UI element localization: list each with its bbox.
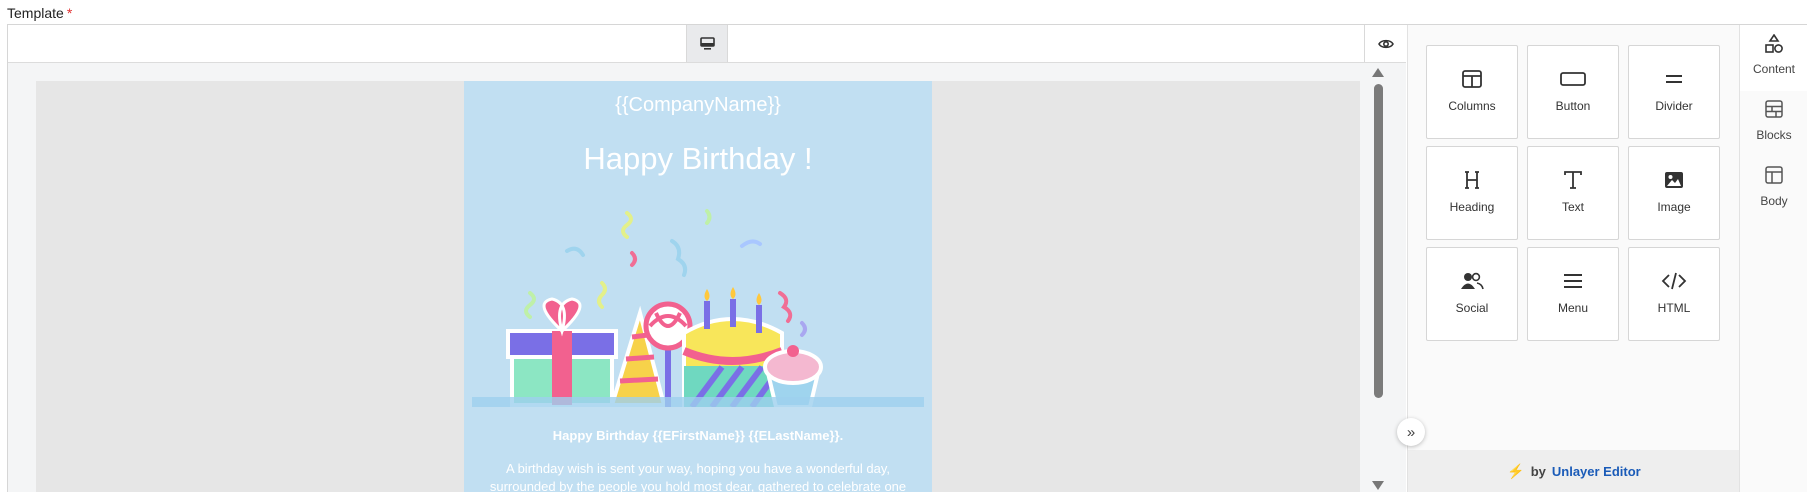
confetti xyxy=(630,251,637,267)
tool-menu[interactable]: Menu xyxy=(1527,247,1619,341)
tool-divider[interactable]: Divider xyxy=(1628,45,1720,139)
editor-side-tabs: Content Blocks Body xyxy=(1739,25,1807,492)
confetti xyxy=(800,321,807,337)
canvas-toolbar xyxy=(8,25,1406,63)
tool-social[interactable]: Social xyxy=(1426,247,1518,341)
branding-by-text: by xyxy=(1530,464,1546,479)
unlayer-editor-link[interactable]: Unlayer Editor xyxy=(1552,464,1641,479)
tool-label: Heading xyxy=(1449,200,1495,214)
columns-icon xyxy=(1462,70,1482,88)
confetti xyxy=(670,239,688,277)
scroll-up-arrow-icon[interactable] xyxy=(1372,68,1384,77)
canvas-scrollbar[interactable] xyxy=(1361,63,1389,492)
tool-heading[interactable]: Heading xyxy=(1426,146,1518,240)
text-icon xyxy=(1564,171,1582,189)
email-body-area: {{CompanyName}} Happy Birthday ! Happy B… xyxy=(36,81,1360,492)
content-shapes-icon xyxy=(1765,34,1783,53)
tool-label: Button xyxy=(1555,99,1591,113)
gift-box xyxy=(506,297,618,407)
tab-label: Blocks xyxy=(1756,128,1792,142)
tool-label: Social xyxy=(1455,301,1489,315)
unlayer-branding[interactable]: ⚡ by Unlayer Editor xyxy=(1408,450,1740,492)
email-headline[interactable]: Happy Birthday ! xyxy=(464,141,932,177)
confetti xyxy=(621,211,633,239)
tab-blocks[interactable]: Blocks xyxy=(1740,91,1807,157)
double-chevron-right-icon: » xyxy=(1406,423,1416,441)
heading-icon xyxy=(1465,171,1479,189)
image-icon xyxy=(1665,172,1683,188)
confetti xyxy=(565,246,585,257)
template-field-label: Template * xyxy=(7,5,73,21)
tool-label: Columns xyxy=(1448,99,1496,113)
divider-icon xyxy=(1666,75,1682,83)
confetti xyxy=(740,239,762,248)
scroll-down-arrow-icon[interactable] xyxy=(1372,481,1384,490)
tab-label: Body xyxy=(1760,194,1788,208)
tool-text[interactable]: Text xyxy=(1527,146,1619,240)
code-icon xyxy=(1661,272,1687,290)
tool-image[interactable]: Image xyxy=(1628,146,1720,240)
email-editor: {{CompanyName}} Happy Birthday ! Happy B… xyxy=(7,24,1807,492)
content-tools-panel: Columns Button Divider Heading Text Imag… xyxy=(1407,25,1740,492)
menu-icon xyxy=(1564,274,1582,288)
tool-button[interactable]: Button xyxy=(1527,45,1619,139)
button-icon xyxy=(1560,72,1586,86)
tool-label: Text xyxy=(1561,200,1584,214)
birthday-illustration[interactable] xyxy=(472,201,924,407)
tool-columns[interactable]: Columns xyxy=(1426,45,1518,139)
lightning-bolt-icon: ⚡ xyxy=(1507,463,1525,479)
required-mark: * xyxy=(66,5,73,21)
confetti xyxy=(705,209,712,225)
body-paragraph[interactable]: A birthday wish is sent your way, hoping… xyxy=(482,460,914,492)
greeting-text[interactable]: Happy Birthday {{EFirstName}} {{ELastNam… xyxy=(464,428,932,443)
confetti xyxy=(778,291,793,323)
tab-body[interactable]: Body xyxy=(1740,157,1807,223)
design-canvas: {{CompanyName}} Happy Birthday ! Happy B… xyxy=(8,63,1406,492)
scroll-thumb[interactable] xyxy=(1374,84,1383,398)
eye-icon xyxy=(1377,39,1394,48)
desktop-icon xyxy=(699,36,715,50)
blocks-icon xyxy=(1765,100,1783,118)
collapse-panel-button[interactable]: » xyxy=(1397,418,1425,446)
body-layout-icon xyxy=(1765,166,1783,184)
tool-label: Divider xyxy=(1655,99,1693,113)
email-content[interactable]: {{CompanyName}} Happy Birthday ! Happy B… xyxy=(464,81,932,492)
tab-label: Content xyxy=(1752,62,1796,76)
tool-label: Menu xyxy=(1557,301,1589,315)
social-icon xyxy=(1461,272,1484,290)
tab-content[interactable]: Content xyxy=(1740,25,1807,91)
cake xyxy=(682,287,784,407)
confetti xyxy=(597,281,607,309)
preview-button[interactable] xyxy=(1364,25,1406,62)
desktop-view-button[interactable] xyxy=(686,25,728,62)
tool-label: HTML xyxy=(1657,301,1691,315)
confetti xyxy=(524,291,536,319)
tool-html[interactable]: HTML xyxy=(1628,247,1720,341)
company-name[interactable]: {{CompanyName}} xyxy=(464,94,932,117)
tool-label: Image xyxy=(1657,200,1691,214)
